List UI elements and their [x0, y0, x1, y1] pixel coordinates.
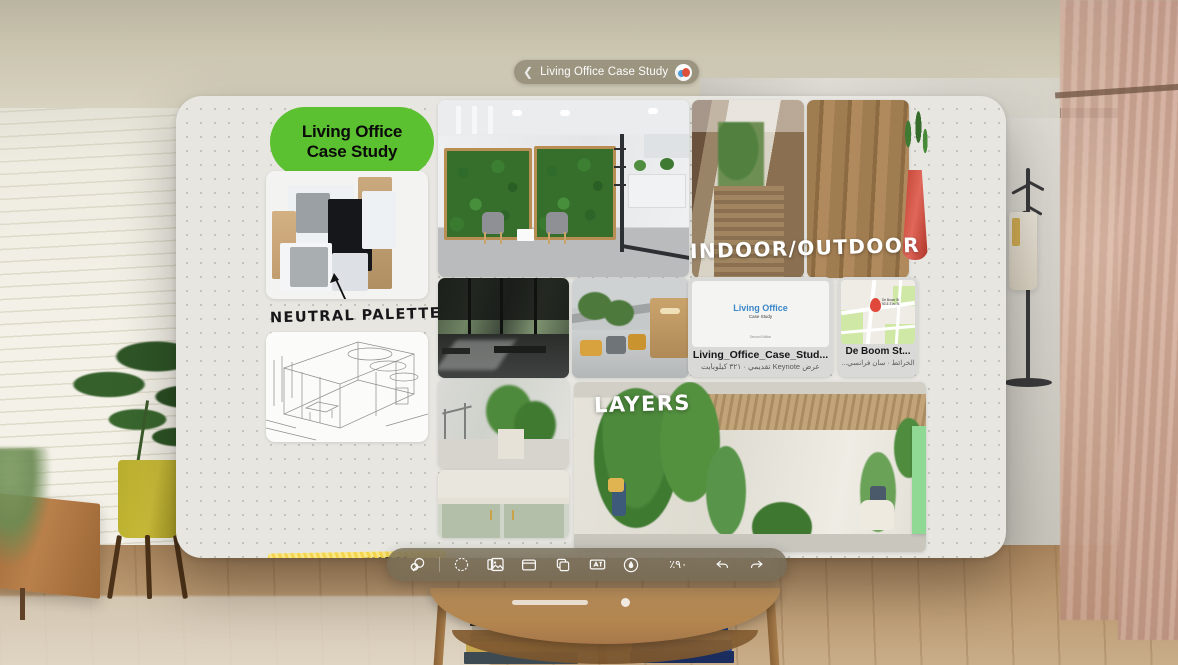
keynote-thumb-footer: Second Edition: [749, 335, 772, 339]
moodboard-image[interactable]: [266, 171, 428, 299]
trailing-plant: [0, 448, 52, 568]
keynote-thumb-subtitle: Case Study: [748, 314, 773, 319]
freeform-board-window[interactable]: Living Office Case Study NEUTRAL PALETTE: [176, 96, 1006, 558]
share-participants-icon[interactable]: [675, 63, 693, 81]
board-heading-pill[interactable]: Living Office Case Study: [270, 107, 434, 177]
keynote-file-meta: عرض Keynote تقديمي · ٣٢١ كيلوبايت: [701, 362, 820, 371]
photo-atrium-workspace[interactable]: [572, 278, 689, 378]
planter-pot: [118, 460, 180, 538]
window-resize-grabber[interactable]: [512, 600, 588, 605]
ceiling-slats: [694, 394, 926, 430]
photo-kitchenette[interactable]: [438, 470, 569, 538]
map-thumbnail: De Boom St 92 & 21st St: [841, 280, 915, 344]
pen-tool-icon[interactable]: [614, 552, 648, 578]
redo-button[interactable]: [739, 552, 773, 578]
ink-shape-icon[interactable]: [444, 552, 478, 578]
map-pin-label: De Boom St 92 & 21st St: [882, 298, 900, 306]
media-icon[interactable]: [478, 552, 512, 578]
photo-stair-greenery[interactable]: [438, 379, 569, 469]
chevron-left-icon[interactable]: ❮: [523, 66, 533, 78]
keynote-thumbnail: Living Office Case Study Second Edition: [692, 281, 829, 347]
sticky-note-landscape-architects[interactable]: Landscape Architects' Work Samples: See …: [912, 426, 926, 534]
annotation-layers[interactable]: LAYERS: [594, 391, 692, 418]
photo-glass-facade[interactable]: [438, 278, 569, 378]
board-heading-line2: Case Study: [306, 142, 398, 161]
person-figure: [608, 478, 624, 492]
collaborate-icon[interactable]: [401, 552, 435, 578]
isometric-sketch: [266, 341, 428, 441]
text-box-icon[interactable]: [580, 552, 614, 578]
photo-green-wall-lounge[interactable]: [438, 100, 689, 277]
keynote-file-card[interactable]: Living Office Case Study Second Edition …: [688, 277, 833, 377]
keynote-thumb-title: Living Office: [733, 303, 788, 313]
window-title-bar[interactable]: ❮ Living Office Case Study: [514, 60, 700, 84]
coat-rack-base: [1004, 378, 1052, 387]
board-heading-line1: Living Office: [301, 121, 403, 141]
window-move-handle[interactable]: [621, 598, 630, 607]
window-title: Living Office Case Study: [540, 66, 669, 78]
map-pin-icon: [870, 298, 881, 312]
decor-plant: [898, 106, 932, 176]
shapes-icon[interactable]: [546, 552, 580, 578]
plant-stand: [107, 534, 188, 600]
sticky-note-icon[interactable]: [512, 552, 546, 578]
freeform-toolbar[interactable]: ٪٩٠: [387, 548, 787, 581]
map-card-name: De Boom St...: [845, 346, 911, 357]
toolbar-divider: [439, 557, 440, 572]
zoom-level-label[interactable]: ٪٩٠: [663, 558, 693, 571]
arrow-annotation: [330, 273, 347, 299]
undo-button[interactable]: [705, 552, 739, 578]
map-location-card[interactable]: De Boom St 92 & 21st St De Boom St... الخ…: [838, 277, 918, 377]
curtain-front: [1118, 0, 1178, 640]
vr-passthrough-scene: ❮ Living Office Case Study Living Office…: [0, 0, 1178, 665]
tote-bag: [1009, 212, 1037, 290]
map-card-meta: الخرائط · سان فرانسي...: [841, 360, 915, 367]
solar-study-sketch[interactable]: [266, 332, 428, 442]
credenza-leg: [20, 588, 25, 620]
keynote-filename: Living_Office_Case_Stud...: [692, 349, 829, 361]
